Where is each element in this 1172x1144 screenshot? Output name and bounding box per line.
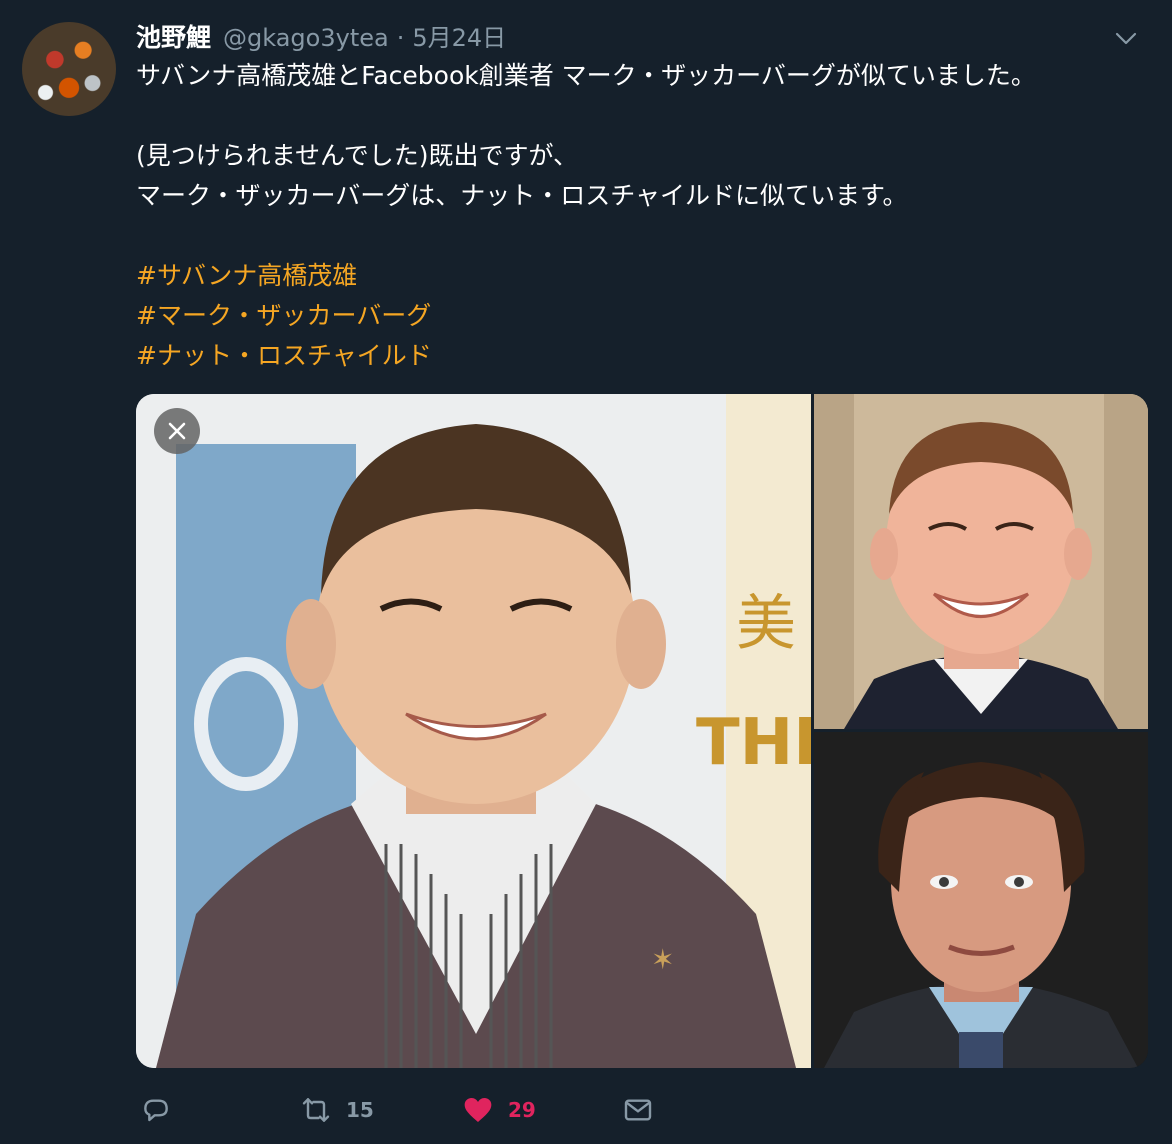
sign-text: 美 [736, 589, 796, 659]
envelope-icon [624, 1099, 652, 1121]
retweet-button[interactable]: 15 [300, 1090, 374, 1130]
tweet-header: 池野鯉 @gkago3ytea · 5月24日 [136, 18, 506, 52]
dm-button[interactable] [622, 1090, 654, 1130]
photo-main[interactable]: 美 THE [136, 394, 811, 1068]
tweet-date[interactable]: 5月24日 [412, 18, 506, 53]
close-button[interactable] [154, 408, 200, 454]
tweet-text-line: マーク・ザッカーバーグは、ナット・ロスチャイルドに似ています。 [136, 181, 908, 210]
tweet-text-line: (見つけられませんでした)既出ですが、 [136, 141, 579, 170]
user-handle[interactable]: @gkago3ytea [223, 24, 389, 52]
chevron-down-icon[interactable] [1114, 26, 1138, 50]
display-name[interactable]: 池野鯉 [136, 18, 211, 54]
media-grid: 美 THE [136, 394, 1148, 1068]
svg-text:✶: ✶ [651, 943, 674, 976]
tweet-text: サバンナ高橋茂雄とFacebook創業者 マーク・ザッカーバーグが似ていました。… [136, 56, 1146, 376]
photo-top-right-illustration [814, 394, 1148, 729]
retweet-icon [302, 1098, 330, 1122]
like-button[interactable]: 29 [462, 1090, 536, 1130]
tweet-text-line: サバンナ高橋茂雄とFacebook創業者 マーク・ザッカーバーグが似ていました。 [136, 61, 1036, 90]
tweet: 池野鯉 @gkago3ytea · 5月24日 サバンナ高橋茂雄とFaceboo… [0, 0, 1172, 1144]
heart-icon [464, 1098, 492, 1122]
reply-button[interactable] [140, 1090, 186, 1130]
like-count: 29 [508, 1098, 536, 1122]
tweet-actions: 15 29 [140, 1090, 680, 1130]
photo-bottom-right[interactable] [814, 732, 1148, 1068]
photo-top-right[interactable] [814, 394, 1148, 729]
hashtag-link[interactable]: #マーク・ザッカーバーグ [136, 301, 431, 330]
hashtag-link[interactable]: #ナット・ロスチャイルド [136, 341, 432, 370]
hashtag-link[interactable]: #サバンナ高橋茂雄 [136, 261, 357, 290]
photo-main-illustration: 美 THE [136, 394, 811, 1068]
reply-icon [144, 1099, 168, 1122]
retweet-count: 15 [346, 1098, 374, 1122]
avatar[interactable] [22, 22, 116, 116]
photo-bottom-right-illustration [814, 732, 1148, 1068]
sign-text-2: THE [696, 706, 811, 780]
header-separator: · [396, 24, 405, 52]
close-icon [168, 422, 186, 440]
